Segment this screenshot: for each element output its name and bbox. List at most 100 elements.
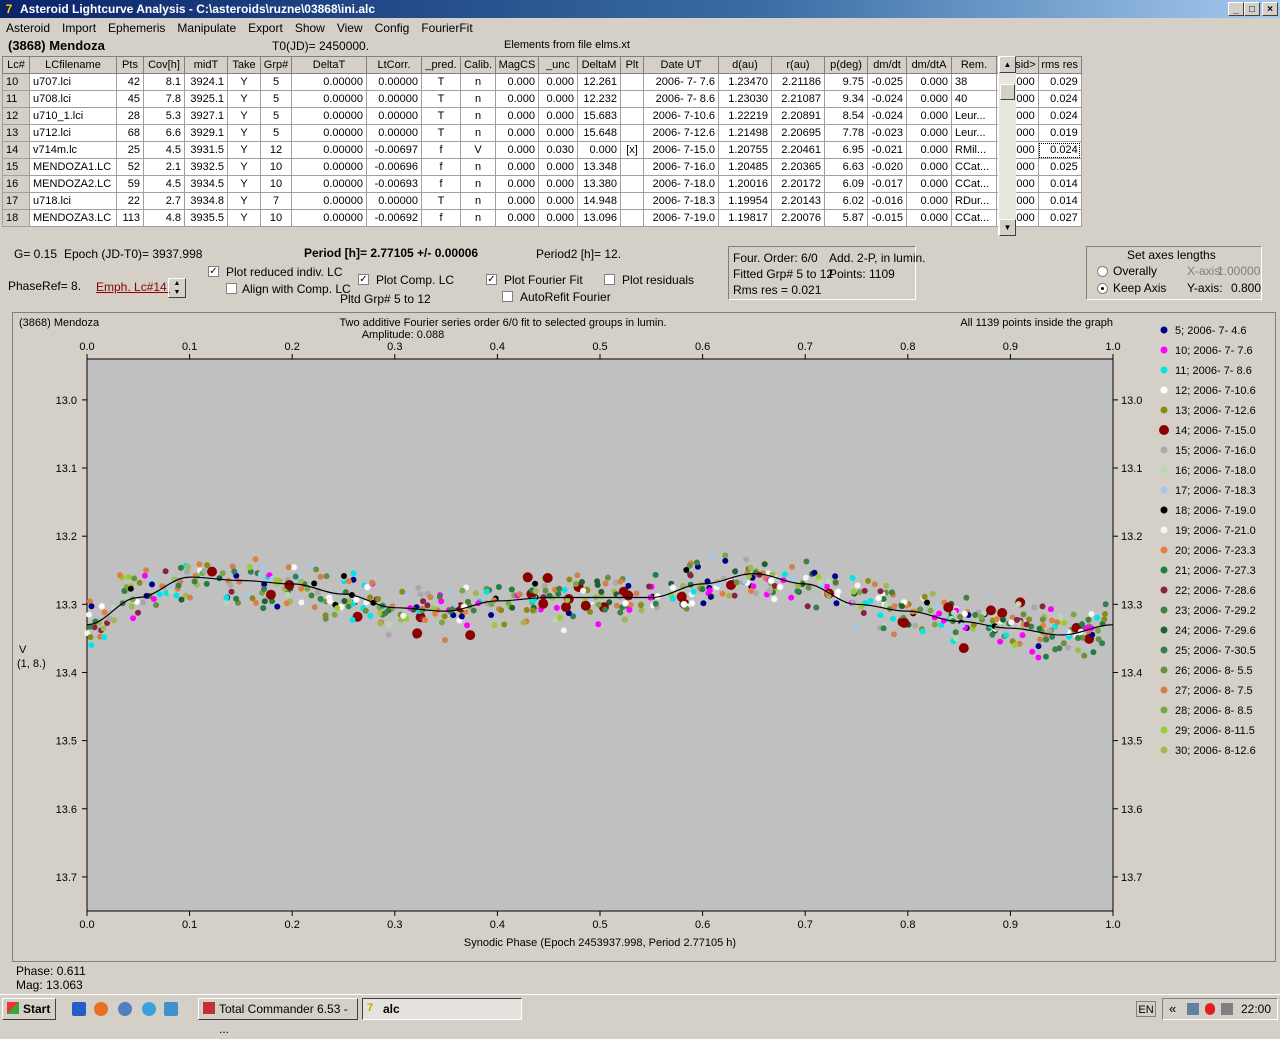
- table-cell[interactable]: 1.23470: [718, 73, 772, 91]
- column-header[interactable]: Grp#: [260, 56, 292, 74]
- table-cell[interactable]: n: [460, 73, 496, 91]
- table-cell[interactable]: 0.00000: [366, 124, 422, 142]
- table-cell[interactable]: [620, 209, 644, 227]
- table-cell[interactable]: 7.8: [143, 90, 185, 108]
- table-cell[interactable]: 6.6: [143, 124, 185, 142]
- table-cell[interactable]: 0.000: [906, 124, 952, 142]
- table-cell[interactable]: 0.000: [906, 158, 952, 176]
- align-checkbox[interactable]: [226, 283, 237, 294]
- table-cell[interactable]: Y: [227, 124, 261, 142]
- table-cell[interactable]: u718.lci: [29, 192, 117, 210]
- lc-table[interactable]: Lc# LCfilename Pts Cov[h] midT Take Grp# DeltaT…: [2, 56, 1082, 227]
- table-cell[interactable]: -0.020: [867, 158, 907, 176]
- menu-show[interactable]: Show: [289, 18, 331, 35]
- menu-config[interactable]: Config: [369, 18, 416, 35]
- menu-view[interactable]: View: [331, 18, 369, 35]
- table-cell[interactable]: 0.025: [1037, 158, 1082, 176]
- table-cell[interactable]: u708.lci: [29, 90, 117, 108]
- column-header[interactable]: rms res: [1037, 56, 1082, 74]
- network-icon[interactable]: [1187, 1003, 1199, 1015]
- table-cell[interactable]: 40: [951, 90, 997, 108]
- column-header[interactable]: Pts: [116, 56, 144, 74]
- row-number[interactable]: 17: [2, 192, 30, 210]
- table-cell[interactable]: 2.1: [143, 158, 185, 176]
- table-cell[interactable]: CCat...: [951, 175, 997, 193]
- table-cell[interactable]: 5: [260, 90, 292, 108]
- table-cell[interactable]: 0.000: [495, 158, 539, 176]
- table-cell[interactable]: 0.029: [1037, 73, 1082, 91]
- menu-ephemeris[interactable]: Ephemeris: [102, 18, 171, 35]
- table-cell[interactable]: 0.00000: [291, 175, 367, 193]
- table-cell[interactable]: Y: [227, 192, 261, 210]
- table-cell[interactable]: -0.025: [867, 73, 907, 91]
- table-cell[interactable]: 3932.5: [184, 158, 228, 176]
- table-cell[interactable]: 0.00000: [291, 158, 367, 176]
- table-cell[interactable]: 0.000: [538, 158, 578, 176]
- column-header[interactable]: midT: [184, 56, 228, 74]
- table-cell[interactable]: -0.024: [867, 107, 907, 125]
- table-cell[interactable]: 14.948: [577, 192, 621, 210]
- table-cell[interactable]: T: [421, 192, 461, 210]
- table-cell[interactable]: 1.19954: [718, 192, 772, 210]
- emph-lc-link[interactable]: Emph. Lc#14:: [96, 280, 170, 294]
- table-cell[interactable]: MENDOZA3.LC: [29, 209, 117, 227]
- taskbar-alc[interactable]: 7 alc: [362, 998, 522, 1020]
- row-number[interactable]: 11: [2, 90, 30, 108]
- table-cell[interactable]: 9.34: [824, 90, 868, 108]
- table-cell[interactable]: MENDOZA2.LC: [29, 175, 117, 193]
- table-cell[interactable]: 1.19817: [718, 209, 772, 227]
- table-cell[interactable]: 6.63: [824, 158, 868, 176]
- table-cell[interactable]: 0.024: [1037, 107, 1082, 125]
- table-cell[interactable]: 9.75: [824, 73, 868, 91]
- table-cell[interactable]: T: [421, 124, 461, 142]
- table-cell[interactable]: n: [460, 124, 496, 142]
- table-scrollbar[interactable]: ▲ ▼: [998, 56, 1016, 236]
- table-cell[interactable]: 0.000: [538, 107, 578, 125]
- table-cell[interactable]: 2006- 7-15.0: [643, 141, 719, 159]
- antivirus-icon[interactable]: [1205, 1003, 1215, 1015]
- table-cell[interactable]: 2.20891: [771, 107, 825, 125]
- column-header[interactable]: r(au): [771, 56, 825, 74]
- table-cell[interactable]: 2006- 7-18.0: [643, 175, 719, 193]
- table-cell[interactable]: Y: [227, 158, 261, 176]
- table-cell[interactable]: 0.000: [538, 124, 578, 142]
- row-number[interactable]: 13: [2, 124, 30, 142]
- table-cell[interactable]: Leur...: [951, 107, 997, 125]
- table-cell[interactable]: 2.21186: [771, 73, 825, 91]
- table-cell[interactable]: 0.014: [1037, 192, 1082, 210]
- table-cell[interactable]: 45: [116, 90, 144, 108]
- keep-axis-radio[interactable]: [1097, 283, 1108, 294]
- autorefit-checkbox[interactable]: [502, 291, 513, 302]
- table-cell[interactable]: n: [460, 175, 496, 193]
- table-cell[interactable]: 1.22219: [718, 107, 772, 125]
- table-cell[interactable]: v714m.lc: [29, 141, 117, 159]
- table-row[interactable]: 17 u718.lci 22 2.7 3934.8 Y 7 0.00000 0.00000 Tn 0…: [2, 192, 1082, 210]
- table-row[interactable]: 10 u707.lci 42 8.1 3924.1 Y 5 0.00000 0.00000 Tn 0…: [2, 73, 1082, 91]
- table-cell[interactable]: 0.030: [538, 141, 578, 159]
- menu-asteroid[interactable]: Asteroid: [0, 18, 56, 35]
- table-cell[interactable]: 0.000: [906, 192, 952, 210]
- table-cell[interactable]: 0.00000: [291, 124, 367, 142]
- table-row[interactable]: 16 MENDOZA2.LC 59 4.5 3934.5 Y 10 0.00000 -0.006…: [2, 175, 1082, 193]
- close-button[interactable]: ×: [1262, 2, 1278, 16]
- menu-manipulate[interactable]: Manipulate: [171, 18, 242, 35]
- table-cell[interactable]: 2006- 7-10.6: [643, 107, 719, 125]
- table-cell[interactable]: [620, 73, 644, 91]
- table-cell[interactable]: 8.54: [824, 107, 868, 125]
- scroll-thumb[interactable]: [1000, 84, 1015, 100]
- table-row[interactable]: 15 MENDOZA1.LC 52 2.1 3932.5 Y 10 0.00000 -0.006…: [2, 158, 1082, 176]
- table-cell[interactable]: Y: [227, 73, 261, 91]
- column-header[interactable]: DeltaM: [577, 56, 621, 74]
- column-header[interactable]: _unc: [538, 56, 578, 74]
- plot-comp-checkbox[interactable]: ✓: [358, 274, 369, 285]
- table-cell[interactable]: CCat...: [951, 158, 997, 176]
- table-cell[interactable]: [620, 90, 644, 108]
- table-cell[interactable]: 3925.1: [184, 90, 228, 108]
- column-header[interactable]: Date UT: [643, 56, 719, 74]
- row-number[interactable]: 16: [2, 175, 30, 193]
- table-cell[interactable]: 0.00000: [366, 192, 422, 210]
- table-cell[interactable]: 5: [260, 124, 292, 142]
- table-cell[interactable]: 1.20755: [718, 141, 772, 159]
- table-cell[interactable]: 0.000: [495, 124, 539, 142]
- column-header[interactable]: d(au): [718, 56, 772, 74]
